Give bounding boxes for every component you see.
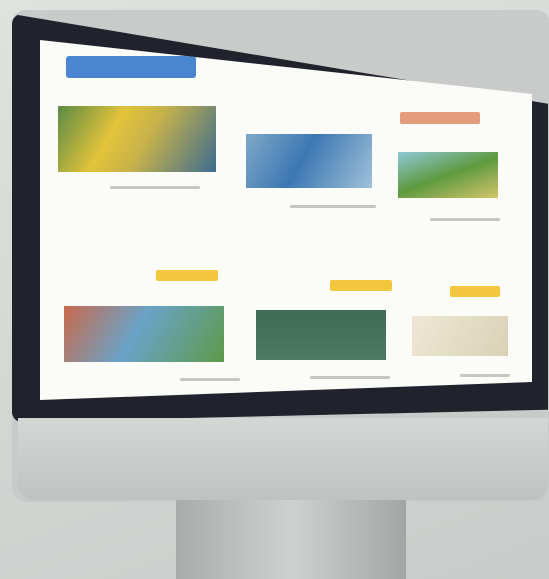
product-caption-3 (430, 218, 500, 221)
product-thumbnail-2[interactable] (246, 134, 372, 188)
product-price-1 (156, 270, 218, 281)
product-caption-2 (290, 205, 376, 208)
product-thumbnail-3[interactable] (398, 152, 498, 198)
product-caption-1 (110, 186, 200, 189)
product-thumbnail-6[interactable] (412, 316, 508, 356)
monitor-stand (176, 500, 406, 579)
product-thumbnail-5[interactable] (256, 310, 386, 360)
product-price-3 (450, 286, 500, 297)
product-thumbnail-4[interactable] (64, 306, 224, 362)
section-title (400, 112, 480, 124)
product-price-2 (330, 280, 392, 291)
product-thumbnail-1[interactable] (58, 106, 216, 172)
top-blue-button[interactable] (66, 56, 196, 78)
product-caption-6 (460, 374, 510, 377)
product-caption-5 (310, 376, 390, 379)
monitor-screen (40, 40, 532, 400)
product-caption-4 (180, 378, 240, 381)
monitor-chin (18, 418, 548, 500)
